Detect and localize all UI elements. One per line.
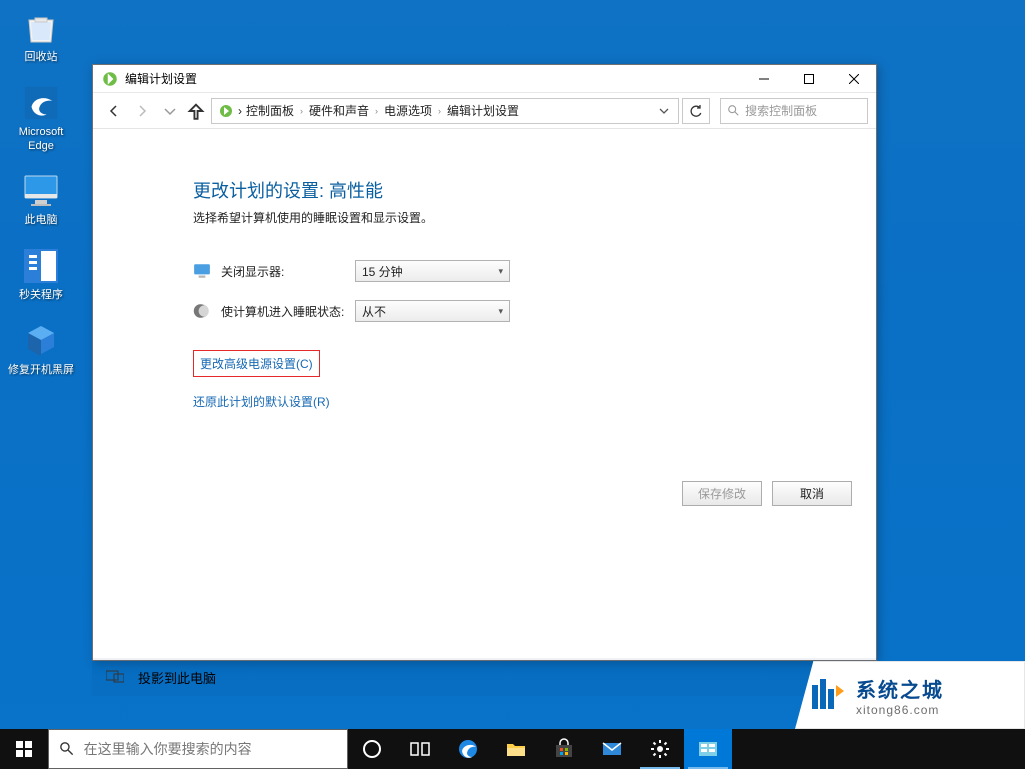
taskbar-items [348, 729, 732, 769]
titlebar[interactable]: 编辑计划设置 [93, 65, 876, 93]
taskbar-search-input[interactable] [84, 741, 337, 757]
explorer-taskbar-icon[interactable] [492, 729, 540, 769]
fix-boot-icon[interactable]: 修复开机黑屏 [6, 321, 76, 378]
combo-value: 从不 [362, 303, 498, 320]
content-area: 更改计划的设置: 高性能 选择希望计算机使用的睡眠设置和显示设置。 关闭显示器:… [93, 129, 876, 660]
breadcrumb-item[interactable]: 电源选项 [384, 102, 432, 119]
search-box[interactable] [720, 98, 868, 124]
sleep-row: 使计算机进入睡眠状态: 从不 ▾ [193, 300, 876, 322]
moon-icon [193, 302, 211, 320]
address-bar[interactable]: › 控制面板› 硬件和声音› 电源选项› 编辑计划设置 [211, 98, 679, 124]
page-subheading: 选择希望计算机使用的睡眠设置和显示设置。 [193, 209, 876, 226]
sleep-combo[interactable]: 从不 ▾ [355, 300, 510, 322]
combo-value: 15 分钟 [362, 263, 498, 280]
maximize-button[interactable] [786, 65, 831, 93]
chevron-down-icon: ▾ [498, 306, 503, 317]
edge-icon[interactable]: Microsoft Edge [6, 83, 76, 154]
this-pc-icon[interactable]: 此电脑 [6, 171, 76, 228]
cancel-button[interactable]: 取消 [772, 481, 852, 506]
desktop-icon-label: 秒关程序 [19, 289, 63, 303]
watermark-badge: 系统之城 xitong86.com [795, 661, 1025, 729]
setting-label: 关闭显示器: [221, 263, 355, 280]
cortana-button[interactable] [348, 729, 396, 769]
breadcrumb-item[interactable]: 硬件和声音 [309, 102, 369, 119]
power-options-icon [101, 70, 119, 88]
nav-forward-button[interactable] [129, 98, 155, 124]
start-button[interactable] [0, 729, 48, 769]
search-icon [59, 741, 74, 757]
window-title: 编辑计划设置 [125, 70, 197, 87]
nav-up-button[interactable] [185, 98, 207, 124]
nav-row: › 控制面板› 硬件和声音› 电源选项› 编辑计划设置 [93, 93, 876, 129]
minimize-button[interactable] [741, 65, 786, 93]
chevron-right-icon: › [371, 106, 382, 116]
watermark-title: 系统之城 [856, 674, 944, 703]
display-off-row: 关闭显示器: 15 分钟 ▾ [193, 260, 876, 282]
recycle-bin-icon[interactable]: 回收站 [6, 8, 76, 65]
window-controls [741, 65, 876, 93]
edge-taskbar-icon[interactable] [444, 729, 492, 769]
chevron-right-icon: › [238, 104, 242, 118]
settings-taskbar-icon[interactable] [636, 729, 684, 769]
advanced-power-settings-link[interactable]: 更改高级电源设置(C) [193, 350, 320, 377]
task-glyph-icon [21, 246, 61, 286]
sec-close-icon[interactable]: 秒关程序 [6, 246, 76, 303]
chevron-right-icon: › [296, 106, 307, 116]
watermark-logo-icon [806, 675, 846, 715]
save-button[interactable]: 保存修改 [682, 481, 762, 506]
desktop-icons-container: 回收站 Microsoft Edge 此电脑 秒关程序 修复开机黑屏 [6, 8, 76, 378]
refresh-button[interactable] [682, 98, 710, 124]
monitor-glyph-icon [21, 171, 61, 211]
footer-buttons: 保存修改 取消 [682, 481, 852, 506]
project-icon [106, 670, 124, 684]
desktop-icon-label: 回收站 [25, 51, 58, 65]
task-view-button[interactable] [396, 729, 444, 769]
store-taskbar-icon[interactable] [540, 729, 588, 769]
desktop-icon-label: 修复开机黑屏 [8, 364, 74, 378]
power-options-icon [218, 103, 234, 119]
breadcrumb-item[interactable]: 编辑计划设置 [447, 102, 519, 119]
control-panel-window: 编辑计划设置 › 控制面板› 硬件和声音› 电源选项› [92, 64, 877, 661]
chevron-right-icon: › [434, 106, 445, 116]
close-button[interactable] [831, 65, 876, 93]
display-off-combo[interactable]: 15 分钟 ▾ [355, 260, 510, 282]
search-input[interactable] [745, 104, 861, 118]
desktop-icon-label: Microsoft Edge [6, 126, 76, 154]
chevron-down-icon[interactable] [656, 106, 672, 116]
restore-defaults-link[interactable]: 还原此计划的默认设置(R) [193, 393, 876, 410]
desktop: 回收站 Microsoft Edge 此电脑 秒关程序 修复开机黑屏 [0, 0, 1025, 769]
breadcrumb-item[interactable]: 控制面板 [246, 102, 294, 119]
mail-taskbar-icon[interactable] [588, 729, 636, 769]
nav-back-button[interactable] [101, 98, 127, 124]
control-panel-taskbar-icon[interactable] [684, 729, 732, 769]
taskbar-search[interactable] [48, 729, 348, 769]
setting-label: 使计算机进入睡眠状态: [221, 303, 355, 320]
settings-projection-label: 投影到此电脑 [138, 668, 216, 687]
taskbar [0, 729, 1025, 769]
chevron-down-icon: ▾ [498, 266, 503, 277]
desktop-icon-label: 此电脑 [25, 214, 58, 228]
search-icon [727, 104, 739, 118]
cube-glyph-icon [21, 321, 61, 361]
recycle-bin-glyph-icon [21, 8, 61, 48]
settings-projection-row[interactable]: 投影到此电脑 [92, 658, 877, 696]
breadcrumb: 控制面板› 硬件和声音› 电源选项› 编辑计划设置 [246, 102, 519, 119]
page-heading: 更改计划的设置: 高性能 [193, 177, 876, 203]
links-area: 更改高级电源设置(C) 还原此计划的默认设置(R) [193, 350, 876, 410]
monitor-icon [193, 262, 211, 280]
edge-glyph-icon [21, 83, 61, 123]
watermark-url: xitong86.com [856, 703, 944, 717]
nav-recent-dropdown[interactable] [157, 98, 183, 124]
